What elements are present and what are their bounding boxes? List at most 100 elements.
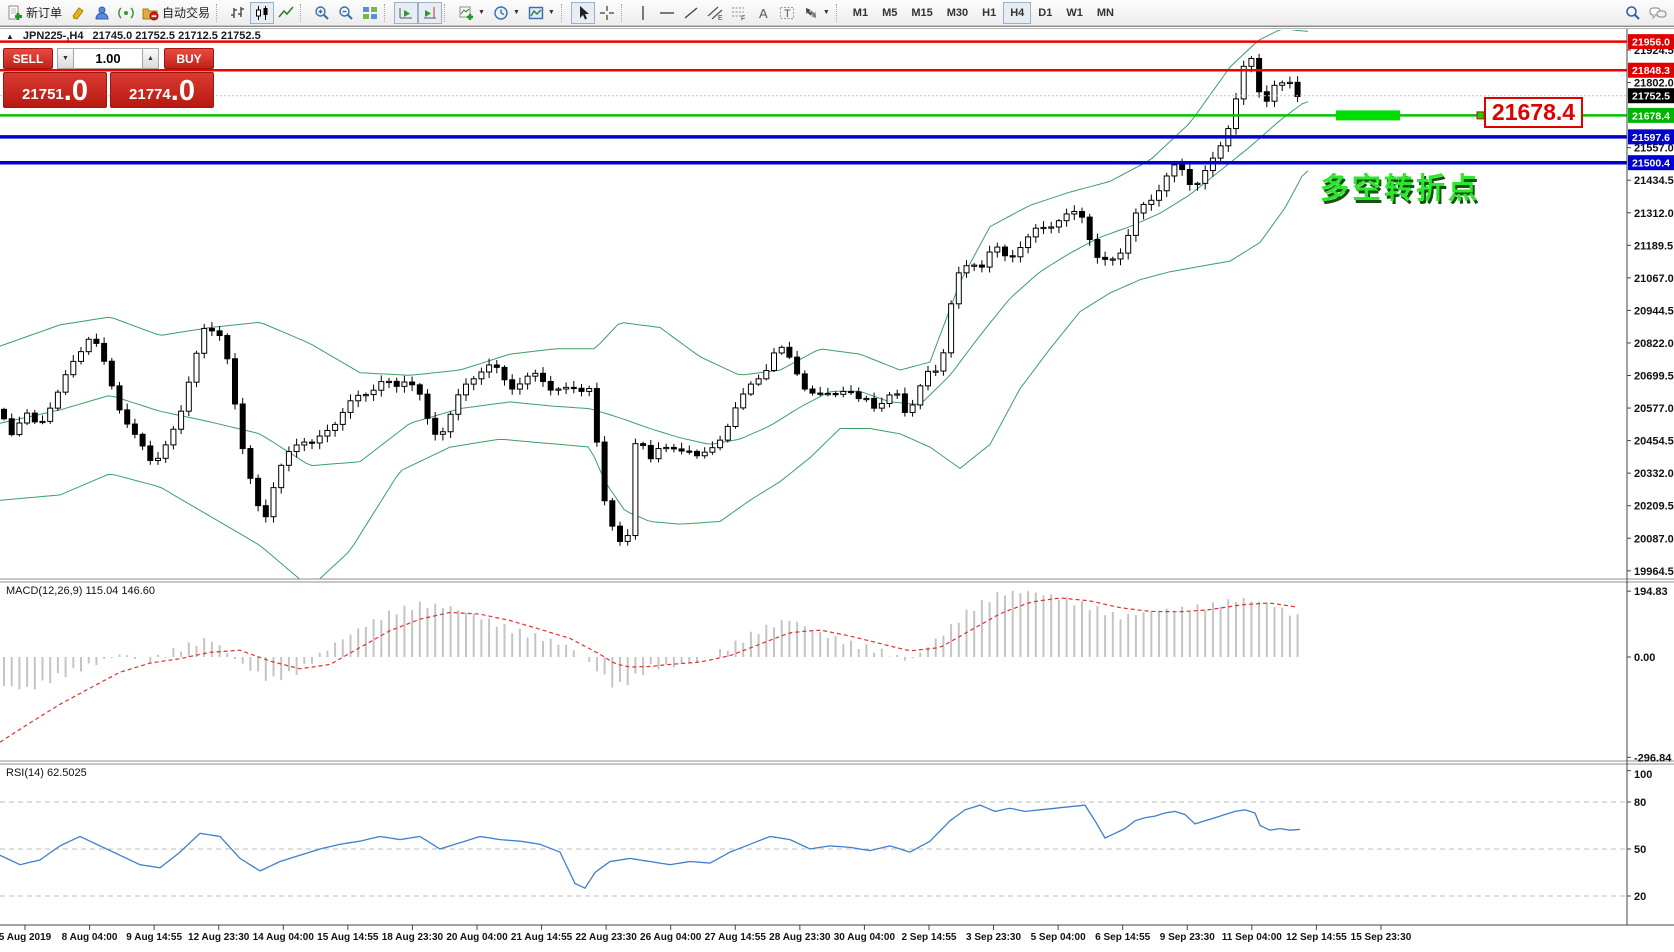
zoom-in-icon bbox=[315, 5, 329, 20]
macd-signal-line bbox=[0, 597, 1297, 743]
svg-text:3 Sep 23:30: 3 Sep 23:30 bbox=[966, 932, 1021, 943]
buy-price-big: .0 bbox=[170, 75, 195, 107]
timeframe-button-d1[interactable]: D1 bbox=[1031, 2, 1059, 24]
crayon-button[interactable] bbox=[66, 2, 90, 24]
chart-shift-button[interactable] bbox=[418, 1, 443, 24]
timeframe-button-m1[interactable]: M1 bbox=[846, 2, 875, 24]
new-order-icon bbox=[8, 5, 22, 20]
toolbar-separator bbox=[620, 3, 627, 22]
fibonacci-button[interactable]: F bbox=[727, 2, 751, 24]
svg-text:14 Aug 04:00: 14 Aug 04:00 bbox=[253, 932, 315, 943]
signals-icon bbox=[118, 6, 134, 19]
search-icon bbox=[1626, 5, 1640, 20]
svg-text:20699.5: 20699.5 bbox=[1634, 371, 1674, 383]
volume-input[interactable] bbox=[74, 48, 142, 69]
svg-text:E: E bbox=[718, 15, 723, 21]
timeframe-button-m15[interactable]: M15 bbox=[904, 2, 939, 24]
timeframe-button-h4[interactable]: H4 bbox=[1003, 1, 1032, 24]
auto-scroll-button[interactable] bbox=[394, 1, 419, 24]
svg-text:21678.4: 21678.4 bbox=[1632, 110, 1670, 122]
toolbar-separator bbox=[216, 3, 222, 22]
text-button[interactable]: A bbox=[751, 2, 775, 24]
ohlc-values: 21745.0 21752.5 21712.5 21752.5 bbox=[92, 30, 261, 42]
sell-button[interactable]: SELL bbox=[3, 48, 53, 69]
zoom-in-button[interactable] bbox=[310, 2, 334, 24]
toolbar-separator bbox=[835, 3, 842, 22]
toolbar-right-group bbox=[1621, 2, 1671, 24]
volume-decrease-button[interactable]: ▼ bbox=[57, 48, 74, 69]
trade-panel-top-row: SELL ▼ ▲ BUY bbox=[3, 48, 214, 69]
candlestick-chart-button[interactable] bbox=[250, 1, 275, 24]
svg-text:9 Sep 23:30: 9 Sep 23:30 bbox=[1160, 932, 1215, 943]
arrows-button[interactable]: ▼ bbox=[799, 2, 834, 24]
vertical-line-button[interactable] bbox=[631, 2, 655, 24]
cursor-button[interactable] bbox=[570, 1, 595, 24]
svg-text:20454.5: 20454.5 bbox=[1634, 436, 1674, 448]
new-chart-button[interactable]: ▼ bbox=[454, 2, 489, 24]
buy-button[interactable]: BUY bbox=[164, 48, 214, 69]
tile-windows-button[interactable] bbox=[358, 2, 382, 24]
timeframe-button-m30[interactable]: M30 bbox=[940, 2, 975, 24]
sell-price-box[interactable]: 21751 .0 bbox=[3, 72, 107, 108]
collapse-icon[interactable]: ▲ bbox=[6, 32, 14, 41]
svg-text:28 Aug 23:30: 28 Aug 23:30 bbox=[769, 932, 831, 943]
svg-text:21067.0: 21067.0 bbox=[1634, 273, 1674, 285]
text-label-icon: T bbox=[779, 6, 794, 20]
line-chart-icon bbox=[278, 6, 294, 17]
svg-text:21752.5: 21752.5 bbox=[1632, 91, 1670, 103]
chart-title-bar: ▲ JPN225-,H4 21745.0 21752.5 21712.5 217… bbox=[6, 30, 261, 42]
toolbar-separator bbox=[384, 3, 390, 22]
svg-text:80: 80 bbox=[1634, 797, 1646, 809]
svg-text:F: F bbox=[741, 15, 745, 21]
svg-text:21848.3: 21848.3 bbox=[1632, 65, 1670, 77]
timeframe-button-h1[interactable]: H1 bbox=[975, 2, 1003, 24]
chart-window: 21924.5 21802.0 21557.0 21434.5 21312.0 21189… bbox=[0, 26, 1674, 947]
search-button[interactable] bbox=[1621, 2, 1645, 24]
line-chart-button[interactable] bbox=[274, 2, 298, 24]
timeframe-button-mn[interactable]: MN bbox=[1090, 2, 1121, 24]
sell-price-main: 21751 bbox=[22, 86, 64, 103]
candlestick-chart-icon bbox=[256, 5, 268, 20]
trade-panel-price-row: 21751 .0 21774 .0 bbox=[3, 72, 214, 108]
bollinger-bands bbox=[0, 30, 1309, 579]
sell-price-big: .0 bbox=[63, 75, 88, 107]
timeframe-button-w1[interactable]: W1 bbox=[1059, 2, 1090, 24]
tile-windows-icon bbox=[363, 6, 378, 19]
dropdown-caret-icon: ▼ bbox=[822, 9, 830, 16]
crosshair-button[interactable] bbox=[595, 2, 619, 24]
channel-button[interactable]: E bbox=[703, 2, 727, 24]
horizontal-line-button[interactable] bbox=[655, 2, 679, 24]
equidistant-channel-icon: E bbox=[707, 6, 723, 21]
svg-text:21434.5: 21434.5 bbox=[1634, 175, 1674, 187]
templates-button[interactable]: ▼ bbox=[524, 2, 559, 24]
profile-person-button[interactable] bbox=[90, 2, 114, 24]
signals-button[interactable] bbox=[114, 2, 138, 24]
turning-point-annotation[interactable]: 多空转折点 bbox=[1296, 165, 1480, 207]
svg-text:194.83: 194.83 bbox=[1634, 586, 1668, 598]
volume-increase-button[interactable]: ▲ bbox=[142, 48, 159, 69]
new-order-button[interactable]: 新订单 bbox=[3, 2, 66, 24]
autotrading-button[interactable]: 自动交易 bbox=[138, 2, 214, 24]
profiles-button[interactable]: ▼ bbox=[489, 2, 524, 24]
autotrading-icon bbox=[142, 8, 159, 20]
svg-text:2 Sep 14:55: 2 Sep 14:55 bbox=[901, 932, 956, 943]
bar-chart-button[interactable] bbox=[226, 2, 250, 24]
dropdown-caret-icon: ▼ bbox=[478, 9, 485, 16]
chat-button[interactable] bbox=[1645, 2, 1671, 24]
clock-icon bbox=[494, 5, 508, 20]
price-callout-box[interactable]: 21678.4 bbox=[1484, 97, 1583, 128]
buy-price-box[interactable]: 21774 .0 bbox=[110, 72, 214, 108]
svg-text:9 Aug 14:55: 9 Aug 14:55 bbox=[126, 932, 182, 943]
zoom-out-button[interactable] bbox=[334, 2, 358, 24]
svg-text:15 Sep 23:30: 15 Sep 23:30 bbox=[1351, 932, 1412, 943]
text-label-button[interactable]: T bbox=[775, 2, 799, 24]
timeframe-button-m5[interactable]: M5 bbox=[875, 2, 904, 24]
svg-text:6 Sep 14:55: 6 Sep 14:55 bbox=[1095, 932, 1150, 943]
svg-text:30 Aug 04:00: 30 Aug 04:00 bbox=[834, 932, 896, 943]
macd-histogram bbox=[3, 590, 1299, 690]
trendline-button[interactable] bbox=[679, 2, 703, 24]
one-click-trading-panel: SELL ▼ ▲ BUY 21751 .0 21774 .0 bbox=[3, 48, 214, 108]
main-toolbar: 新订单 自动交易 ▼ ▼ ▼ E F A T ▼ M1 M5 M15 M30 H… bbox=[0, 0, 1674, 26]
text-icon: A bbox=[759, 6, 768, 21]
svg-text:20087.0: 20087.0 bbox=[1634, 533, 1674, 545]
